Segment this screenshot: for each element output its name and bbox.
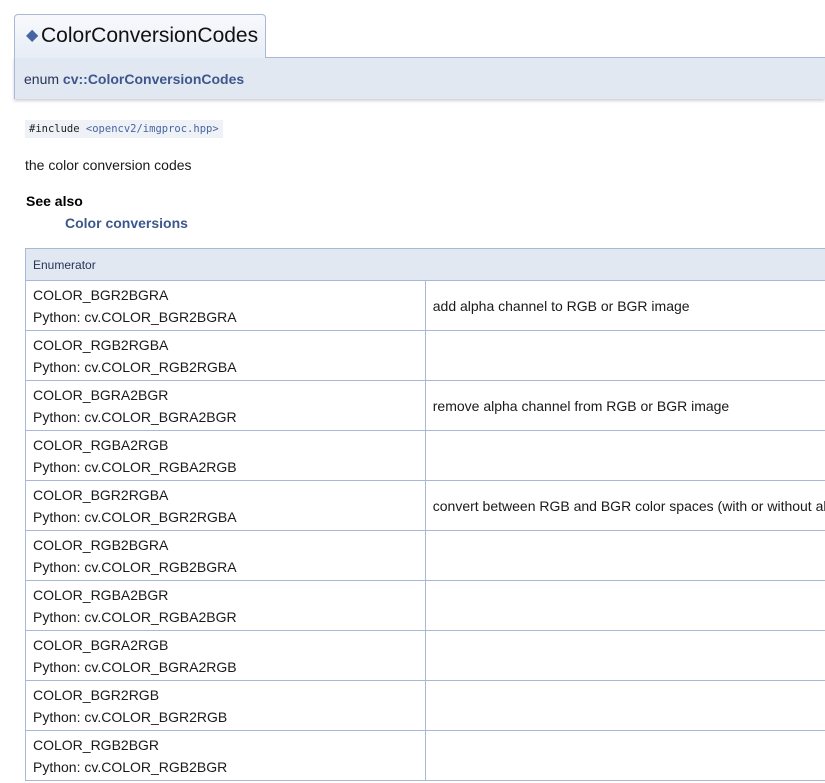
table-row: COLOR_BGRA2RGB Python: cv.COLOR_BGRA2RGB [25, 630, 825, 681]
python-constant-name: Python: cv.COLOR_RGB2BGRA [33, 558, 237, 575]
enum-name-cell: COLOR_BGR2BGRA Python: cv.COLOR_BGR2BGRA [25, 280, 426, 331]
table-row: COLOR_RGB2RGBA Python: cv.COLOR_RGB2RGBA [25, 330, 825, 381]
python-constant-name: Python: cv.COLOR_BGRA2RGB [33, 658, 237, 675]
table-row: COLOR_BGR2RGBA Python: cv.COLOR_BGR2RGBA c… [25, 480, 825, 531]
page-title: ColorConversionCodes [41, 24, 259, 47]
enum-description-cell [424, 580, 825, 631]
table-row: COLOR_RGBA2RGB Python: cv.COLOR_RGBA2RGB [25, 430, 825, 481]
enum-name-cell: COLOR_BGR2RGB Python: cv.COLOR_BGR2RGB [25, 680, 426, 731]
enum-constant-name: COLOR_RGBA2BGR [33, 586, 169, 603]
python-constant-name: Python: cv.COLOR_RGBA2RGB [33, 458, 237, 475]
enum-description-cell [424, 730, 825, 781]
table-row: COLOR_BGR2BGRA Python: cv.COLOR_BGR2BGRA a… [25, 280, 825, 331]
python-constant-name: Python: cv.COLOR_BGR2RGBA [33, 508, 237, 525]
enum-name: cv::ColorConversionCodes [62, 71, 245, 87]
enum-keyword: enum [24, 71, 60, 87]
enum-constant-name: COLOR_RGB2RGBA [33, 336, 169, 353]
enum-constant-name: COLOR_BGR2BGRA [33, 286, 169, 303]
enum-description-cell [424, 430, 825, 481]
enum-description-cell [424, 530, 825, 581]
python-constant-name: Python: cv.COLOR_RGB2RGBA [33, 358, 237, 375]
enum-name-cell: COLOR_RGB2RGBA Python: cv.COLOR_RGB2RGBA [25, 330, 426, 381]
enum-description-cell: remove alpha channel from RGB or BGR ima… [424, 380, 825, 431]
enumerator-header: Enumerator [25, 248, 825, 281]
enum-constant-name: COLOR_BGRA2BGR [33, 386, 169, 403]
enum-constant-name: COLOR_BGRA2RGB [33, 636, 169, 653]
table-row: COLOR_RGBA2BGR Python: cv.COLOR_RGBA2BGR [25, 580, 825, 631]
enum-description-cell [424, 630, 825, 681]
member-tab[interactable]: ◆ ColorConversionCodes [14, 14, 266, 58]
enum-constant-name: COLOR_RGB2BGRA [33, 536, 169, 553]
table-row: COLOR_RGB2BGRA Python: cv.COLOR_RGB2BGRA [25, 530, 825, 581]
color-conversions-link[interactable]: Color conversions [65, 214, 188, 232]
enum-constant-name: COLOR_RGBA2RGB [33, 436, 169, 453]
enum-description-cell [424, 680, 825, 731]
enum-name-cell: COLOR_RGBA2RGB Python: cv.COLOR_RGBA2RGB [25, 430, 426, 481]
enum-constant-name: COLOR_BGR2RGBA [33, 486, 169, 503]
enum-description-cell: add alpha channel to RGB or BGR image [424, 280, 825, 331]
enum-name-cell: COLOR_BGRA2BGR Python: cv.COLOR_BGRA2BGR [25, 380, 426, 431]
enumerator-body: COLOR_BGR2BGRA Python: cv.COLOR_BGR2BGRA a… [25, 280, 825, 781]
include-path-link[interactable]: <opencv2/imgproc.hpp> [86, 123, 219, 135]
documentation-page: ◆ ColorConversionCodes enum cv::ColorCon… [0, 0, 825, 783]
diamond-icon: ◆ [26, 27, 39, 44]
table-header-row: Enumerator [25, 248, 825, 281]
table-row: COLOR_BGRA2BGR Python: cv.COLOR_BGRA2BGR r… [25, 380, 825, 431]
enum-name-cell: COLOR_RGB2BGR Python: cv.COLOR_RGB2BGR [25, 730, 426, 781]
python-constant-name: Python: cv.COLOR_BGRA2BGR [33, 408, 237, 425]
table-row: COLOR_BGR2RGB Python: cv.COLOR_BGR2RGB [25, 680, 825, 731]
include-directive: #include <opencv2/imgproc.hpp> [25, 120, 223, 138]
enumerator-table: Enumerator COLOR_BGR2BGRA Python: cv.COLO… [25, 248, 825, 781]
include-keyword: #include [29, 123, 80, 135]
python-constant-name: Python: cv.COLOR_BGR2RGB [33, 708, 228, 725]
enum-declaration: enum cv::ColorConversionCodes [24, 70, 244, 88]
python-constant-name: Python: cv.COLOR_RGB2BGR [33, 758, 228, 775]
enum-description-cell [424, 330, 825, 381]
enum-name-cell: COLOR_RGB2BGRA Python: cv.COLOR_RGB2BGRA [25, 530, 426, 581]
see-also-heading: See also [26, 193, 83, 209]
enum-name-cell: COLOR_BGR2RGBA Python: cv.COLOR_BGR2RGBA [25, 480, 426, 531]
enum-name-cell: COLOR_RGBA2BGR Python: cv.COLOR_RGBA2BGR [25, 580, 426, 631]
table-row: COLOR_RGB2BGR Python: cv.COLOR_RGB2BGR [25, 730, 825, 781]
python-constant-name: Python: cv.COLOR_RGBA2BGR [33, 608, 237, 625]
python-constant-name: Python: cv.COLOR_BGR2BGRA [33, 308, 237, 325]
enum-constant-name: COLOR_BGR2RGB [33, 686, 160, 703]
enum-description: the color conversion codes [25, 157, 192, 173]
enum-description-cell: convert between RGB and BGR color spaces… [424, 480, 825, 531]
enum-name-cell: COLOR_BGRA2RGB Python: cv.COLOR_BGRA2RGB [25, 630, 426, 681]
enum-declaration-header: enum cv::ColorConversionCodes [14, 57, 825, 99]
enum-constant-name: COLOR_RGB2BGR [33, 736, 160, 753]
